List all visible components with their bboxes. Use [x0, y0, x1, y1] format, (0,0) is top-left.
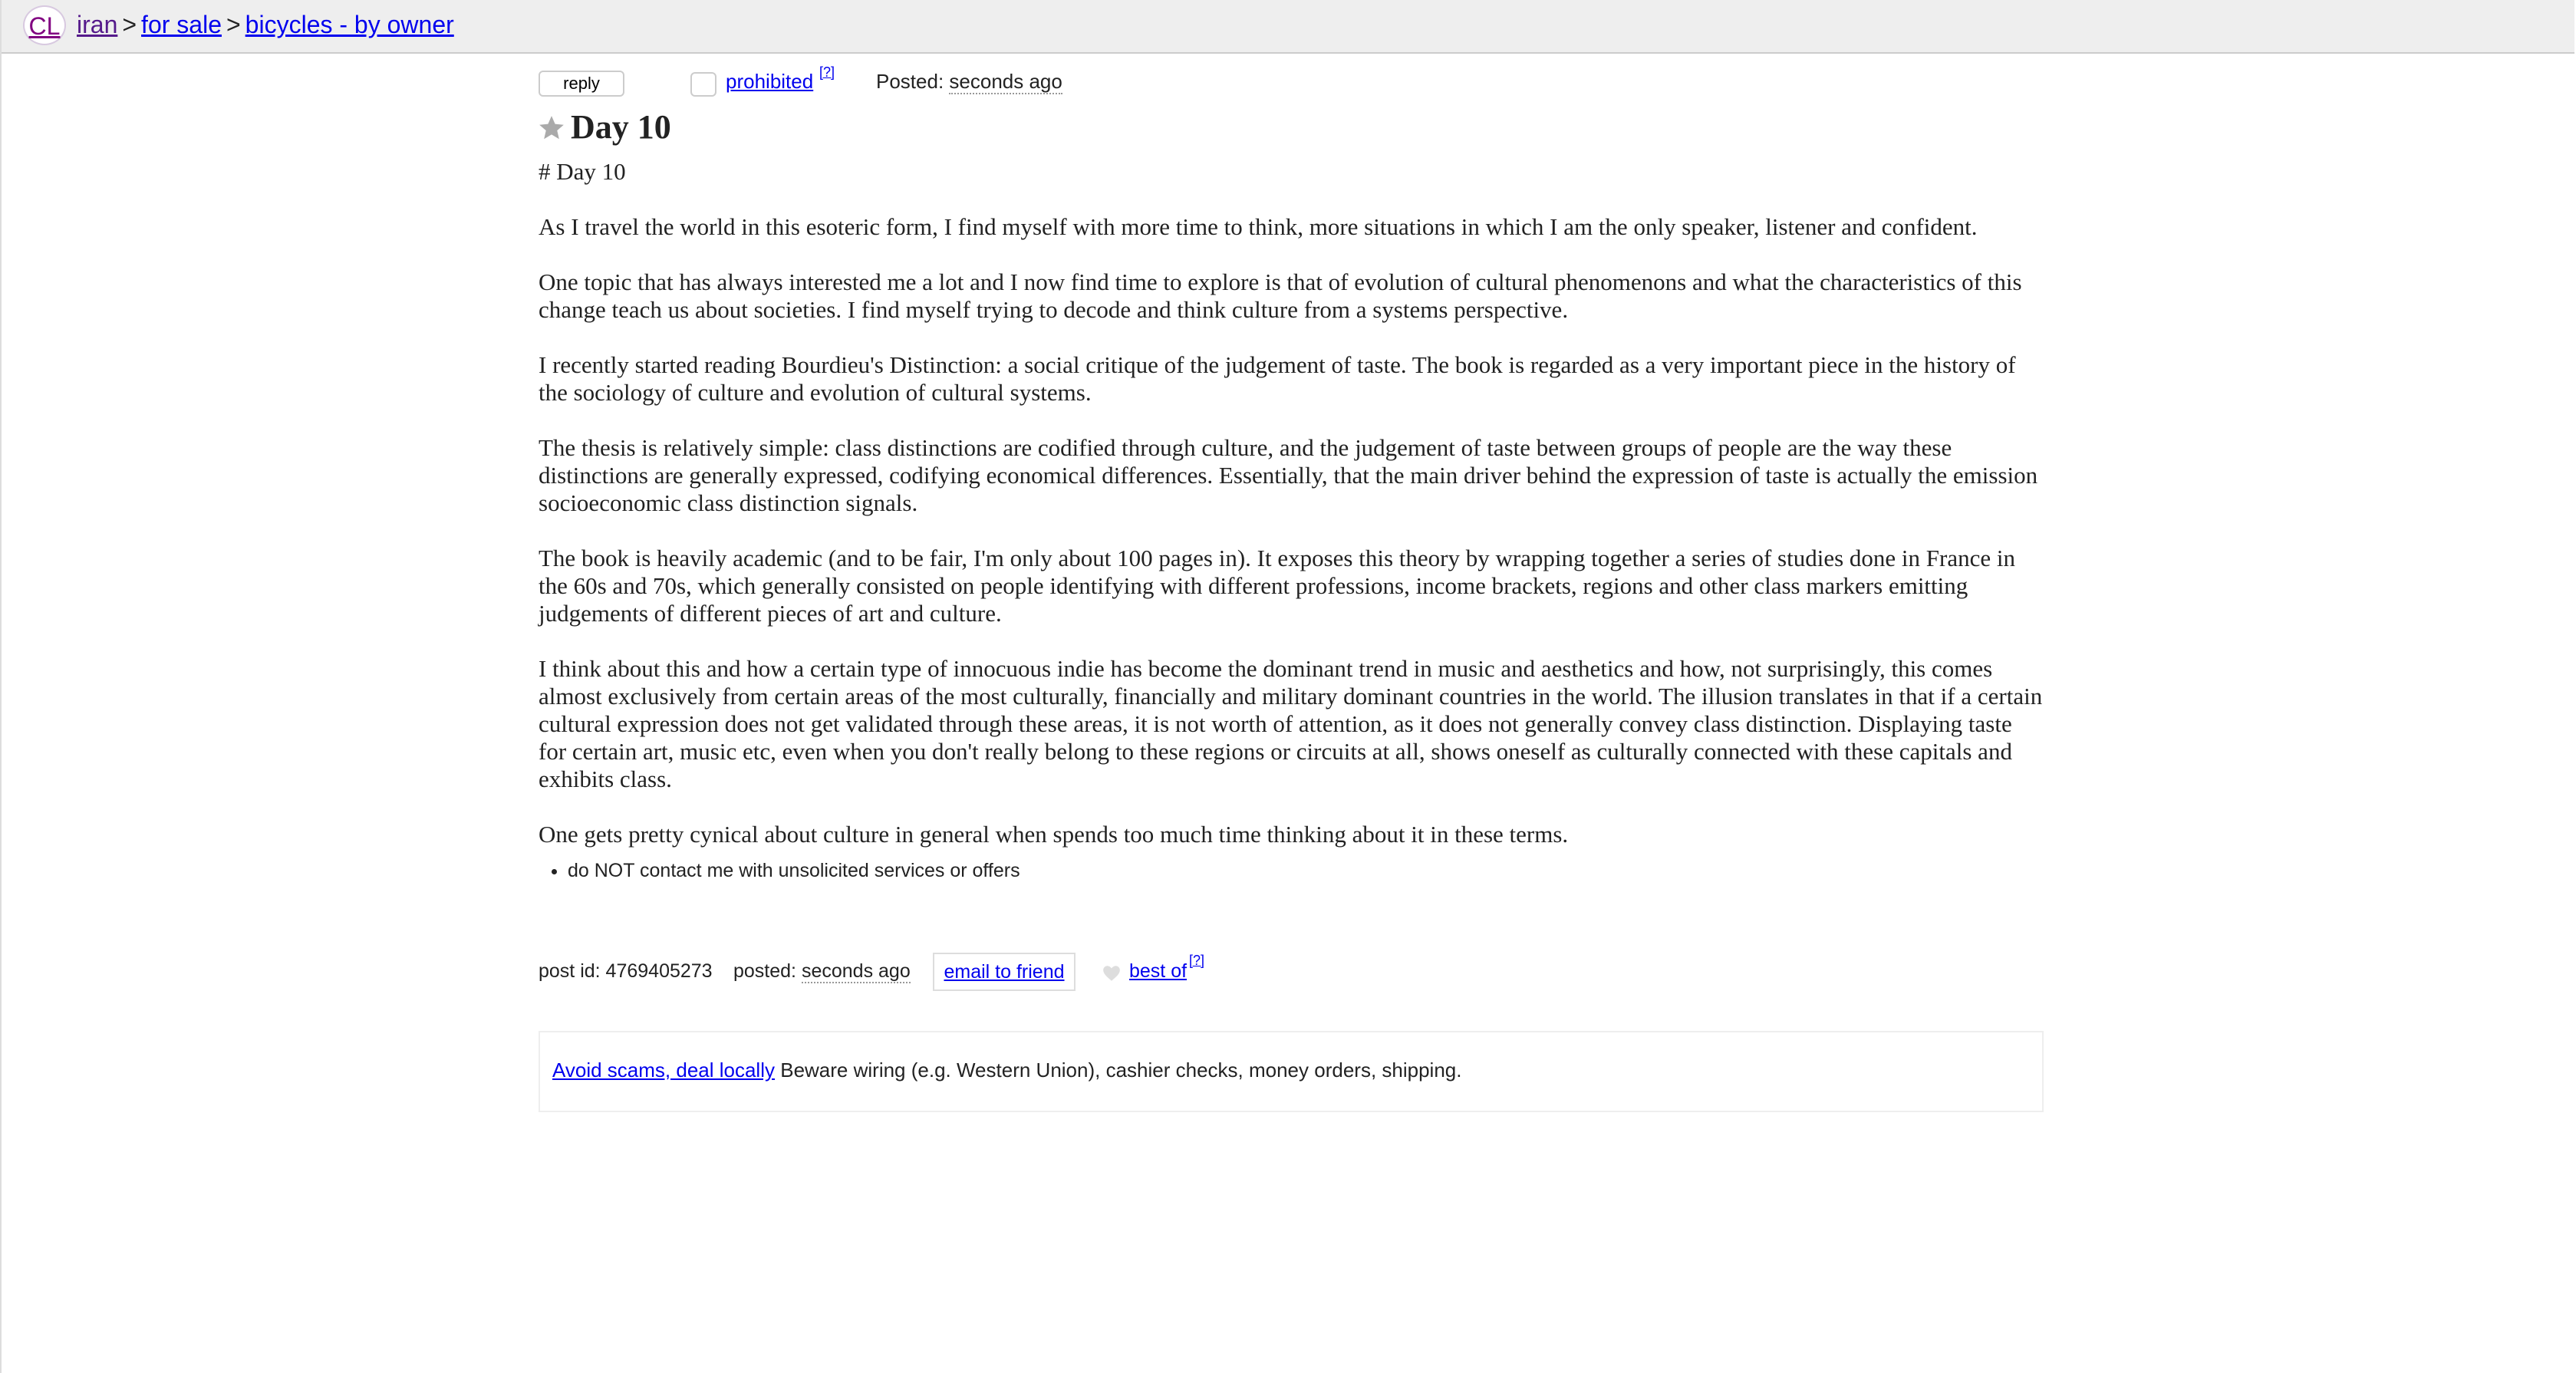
posting-title: Day 10: [571, 108, 671, 146]
body-paragraph: As I travel the world in this esoteric f…: [539, 213, 1978, 240]
best-of-link[interactable]: best of: [1129, 960, 1187, 983]
heart-icon[interactable]: [1102, 963, 1122, 983]
avoid-scams-link[interactable]: Avoid scams, deal locally: [552, 1059, 775, 1082]
posting-actions: reply prohibited [?] Posted: seconds ago: [539, 64, 2044, 97]
body-paragraph: One topic that has always interested me …: [539, 268, 2022, 323]
body-paragraph: # Day 10: [539, 158, 626, 185]
best-of-help-link[interactable]: [?]: [1189, 953, 1204, 969]
notice-item: do NOT contact me with unsolicited servi…: [568, 858, 2044, 884]
prohibited-help-link[interactable]: [?]: [819, 64, 835, 81]
post-date: posted: seconds ago: [733, 960, 911, 983]
title-row: Day 10: [539, 104, 2044, 158]
post-date-label: posted:: [733, 960, 797, 982]
email-to-friend-button[interactable]: email to friend: [933, 953, 1076, 991]
scam-warning: Avoid scams, deal locally Beware wiring …: [539, 1031, 2044, 1112]
prohibited-link[interactable]: prohibited: [726, 70, 813, 94]
notices-list: do NOT contact me with unsolicited servi…: [539, 858, 2044, 884]
breadcrumb: iran > for sale > bicycles - by owner: [77, 9, 454, 40]
craigslist-logo[interactable]: CL: [23, 5, 66, 45]
post-id: post id: 4769405273: [539, 960, 713, 982]
body-paragraph: One gets pretty cynical about culture in…: [539, 821, 1569, 848]
page: CL iran > for sale > bicycles - by owner rep…: [0, 0, 2574, 1373]
post-info: post id: 4769405273 posted: seconds ago …: [539, 953, 2044, 996]
posting: reply prohibited [?] Posted: seconds ago…: [539, 64, 2044, 1112]
body-paragraph: The thesis is relatively simple: class d…: [539, 434, 2038, 516]
breadcrumb-iran[interactable]: iran: [77, 11, 117, 38]
body-paragraph: The book is heavily academic (and to be …: [539, 545, 2015, 627]
posted-time: seconds ago: [949, 70, 1062, 94]
breadcrumb-separator: >: [226, 11, 241, 38]
posted-date-top: Posted: seconds ago: [876, 70, 1062, 94]
body-paragraph: I recently started reading Bourdieu's Di…: [539, 351, 2016, 406]
breadcrumb-bicycles-by-owner[interactable]: bicycles - by owner: [245, 11, 454, 38]
scam-warning-text: Beware wiring (e.g. Western Union), cash…: [775, 1059, 1462, 1082]
posting-body: # Day 10 As I travel the world in this e…: [539, 158, 2044, 848]
post-date-time: seconds ago: [801, 960, 911, 983]
posted-label: Posted:: [876, 70, 944, 93]
reply-button[interactable]: reply: [539, 71, 624, 97]
top-bar: CL iran > for sale > bicycles - by owner: [2, 0, 2574, 54]
flag-checkbox[interactable]: [690, 72, 716, 97]
body-paragraph: I think about this and how a certain typ…: [539, 655, 2043, 792]
star-icon[interactable]: [537, 114, 566, 143]
breadcrumb-separator: >: [122, 11, 137, 38]
breadcrumb-for-sale[interactable]: for sale: [141, 11, 222, 38]
